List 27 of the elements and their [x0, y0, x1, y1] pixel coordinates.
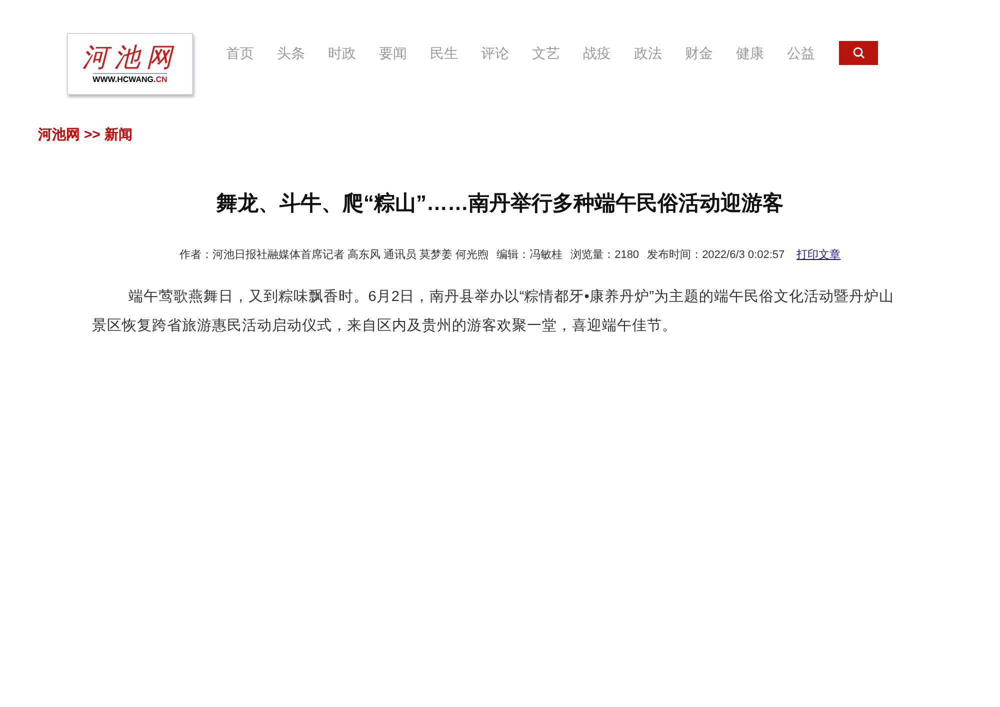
- nav-link[interactable]: 时政: [328, 43, 356, 64]
- nav-link[interactable]: 首页: [226, 43, 254, 64]
- article-meta: 发布时间：2022/6/3 0:02:57: [647, 248, 785, 262]
- logo-url: WWW.HCWANG.CN: [92, 73, 168, 85]
- nav-link[interactable]: 战疫: [583, 43, 611, 64]
- nav-link[interactable]: 财金: [685, 43, 713, 64]
- nav-link[interactable]: 民生: [430, 43, 458, 64]
- search-button[interactable]: [839, 41, 878, 65]
- article-meta: 编辑：冯敏桂: [496, 248, 563, 262]
- print-link[interactable]: 打印文章: [796, 246, 841, 263]
- nav-link[interactable]: 评论: [481, 43, 509, 64]
- nav-link[interactable]: 政法: [634, 43, 662, 64]
- article-title: 舞龙、斗牛、爬“粽山”……南丹举行多种端午民俗活动迎游客: [215, 190, 784, 217]
- nav-link[interactable]: 公益: [787, 43, 815, 64]
- breadcrumb-separator: >>: [84, 125, 100, 144]
- article-meta: 作者：河池日报社融媒体首席记者 高东风 通讯员 莫梦姜 何光煦: [179, 248, 489, 262]
- article-paragraph: 端午莺歌燕舞日，又到粽味飘香时。6月2日，南丹县举办以“粽情都牙•康养丹炉”为主题的端午民俗文化活动暨丹炉山景区恢复跨省旅游惠民活动启动仪式，来自区内及贵州的游客欢聚一堂，喜迎端午佳节。: [92, 288, 896, 336]
- article-meta: 浏览量：2180: [570, 248, 640, 262]
- site-logo[interactable]: 河池网 WWW.HCWANG.CN: [67, 33, 193, 95]
- nav-link[interactable]: 健康: [736, 43, 764, 64]
- breadcrumb-link[interactable]: 河池网: [38, 124, 80, 145]
- nav-link[interactable]: 头条: [277, 43, 305, 64]
- nav-link[interactable]: 要闻: [379, 43, 407, 64]
- search-icon: [852, 47, 864, 59]
- nav-link[interactable]: 文艺: [532, 43, 560, 64]
- breadcrumb-link[interactable]: 新闻: [104, 124, 132, 145]
- logo-calligraphy: 河池网: [82, 43, 178, 73]
